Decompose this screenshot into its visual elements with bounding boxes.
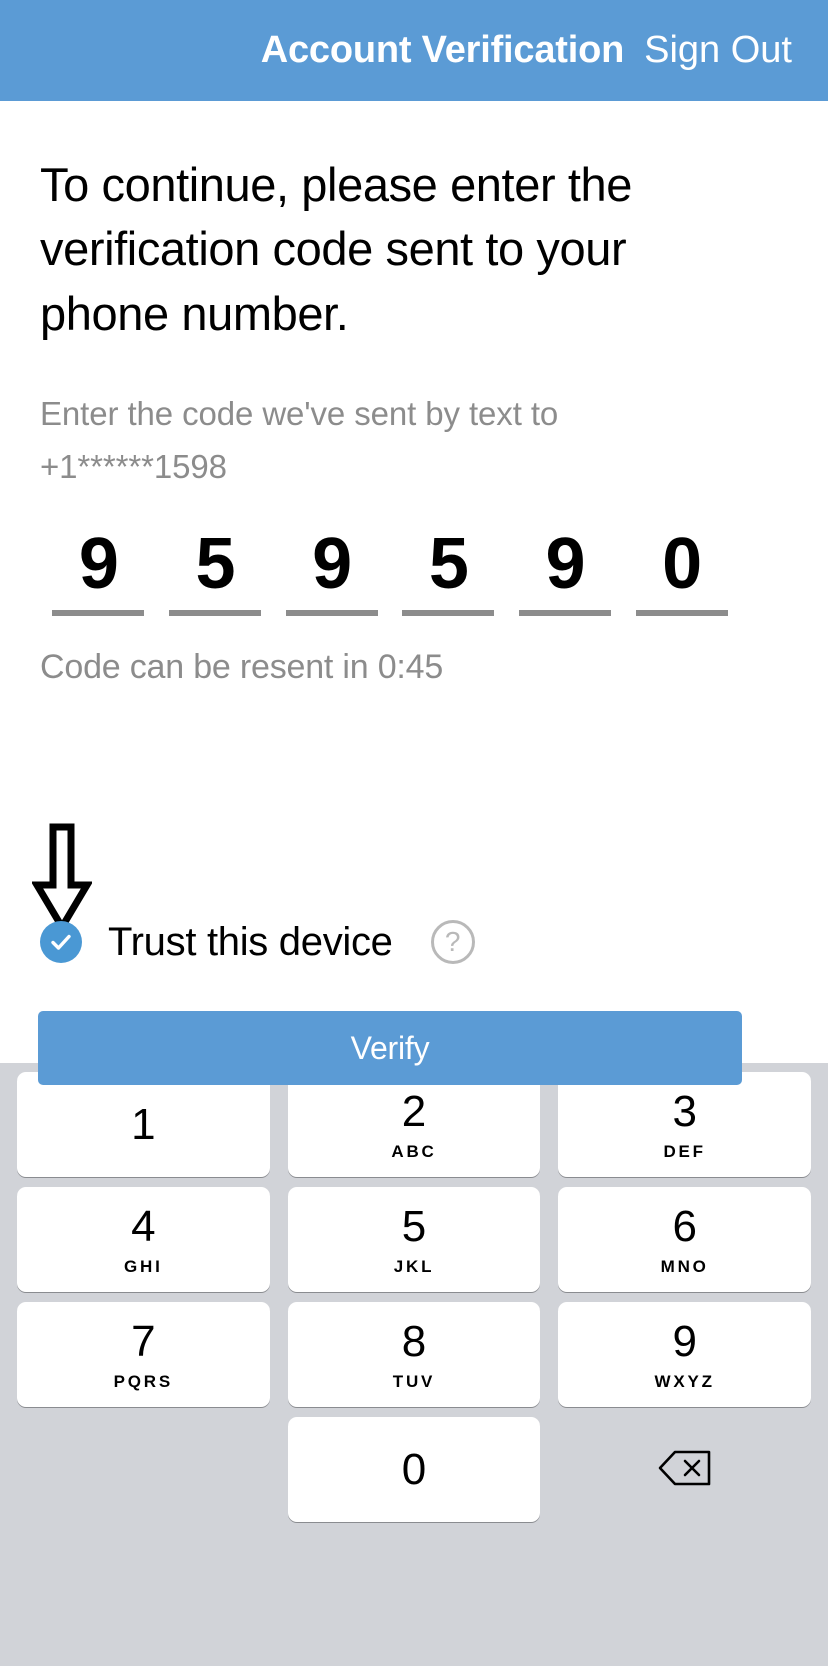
keypad-row: 0 [8,1417,820,1522]
code-digit-underline [402,610,495,617]
verify-button[interactable]: Verify [38,1011,742,1085]
sign-out-button[interactable]: Sign Out [644,29,792,72]
code-digit-cell[interactable]: 5 [390,524,507,617]
instruction-headline: To continue, please enter the verificati… [40,158,632,340]
code-digit-value: 0 [662,523,702,604]
code-digit-underline [52,610,145,617]
numeric-keypad: 1 2 ABC 3 DEF 4 GHI 5 JKL 6 MNO 7 PQRS 8… [0,1063,828,1666]
verification-content: To continue, please enter the verificati… [0,101,828,1085]
keypad-key-digit: 6 [672,1201,697,1251]
keypad-key-7[interactable]: 7 PQRS [17,1302,270,1407]
checkmark-icon [51,934,71,950]
keypad-key-letters: PQRS [113,1371,174,1391]
code-digit-value: 9 [545,523,586,604]
keypad-key-letters: MNO [660,1256,709,1276]
code-digit-cell[interactable]: 0 [623,524,740,617]
keypad-key-digit: 4 [131,1201,156,1251]
keypad-key-4[interactable]: 4 GHI [17,1187,270,1292]
keypad-key-letters: JKL [393,1256,435,1276]
keypad-key-letters: TUV [392,1371,436,1391]
keypad-key-8[interactable]: 8 TUV [287,1302,541,1407]
trust-this-device-checkbox[interactable] [40,921,82,963]
keypad-key-0[interactable]: 0 [287,1417,541,1522]
keypad-key-digit: 2 [401,1086,427,1136]
keypad-key-digit: 1 [131,1099,156,1149]
keypad-key-6[interactable]: 6 MNO [558,1187,812,1292]
keypad-key-2[interactable]: 2 ABC [287,1072,541,1177]
code-digit-cell[interactable]: 9 [40,524,157,617]
keypad-row: 4 GHI 5 JKL 6 MNO [8,1187,820,1292]
code-digit-underline [285,610,378,617]
code-digit-cell[interactable]: 9 [507,524,624,617]
keypad-row: 1 2 ABC 3 DEF [8,1072,820,1177]
backspace-icon [658,1449,712,1490]
keypad-key-digit: 5 [401,1201,427,1251]
instruction-subtitle: Enter the code we've sent by text to +1*… [40,395,559,485]
keypad-key-letters: ABC [391,1141,437,1161]
verification-code-input-row[interactable]: 9 5 9 5 9 0 [40,524,740,617]
code-digit-cell[interactable]: 9 [273,524,390,617]
keypad-key-letters: WXYZ [654,1371,715,1391]
account-verification-screen: Account Verification Sign Out To continu… [0,0,828,1666]
keypad-key-digit: 7 [131,1316,156,1366]
keypad-key-digit: 3 [672,1086,697,1136]
keypad-row: 7 PQRS 8 TUV 9 WXYZ [8,1302,820,1407]
keypad-key-blank [17,1417,270,1522]
code-digit-cell[interactable]: 5 [157,524,274,617]
keypad-key-letters: DEF [663,1141,706,1161]
app-header: Account Verification Sign Out [0,0,828,101]
keypad-key-digit: 8 [401,1316,427,1366]
keypad-key-9[interactable]: 9 WXYZ [558,1302,812,1407]
keypad-key-1[interactable]: 1 [17,1072,270,1177]
page-title: Account Verification [260,29,625,71]
resend-timer-text: Code can be resent in 0:45 [40,648,444,687]
keypad-key-3[interactable]: 3 DEF [558,1072,812,1177]
keypad-key-digit: 0 [401,1444,427,1494]
trust-device-label: Trust this device [108,919,393,964]
help-circle-icon[interactable]: ? [430,920,475,964]
code-digit-underline [519,610,612,617]
keypad-key-backspace[interactable] [558,1417,811,1522]
trust-device-row[interactable]: Trust this device ? [40,913,475,971]
code-digit-value: 5 [195,523,235,604]
keypad-key-letters: GHI [124,1256,163,1276]
code-digit-underline [635,610,728,617]
code-digit-value: 5 [428,523,469,604]
code-digit-value: 9 [312,523,352,604]
keypad-key-digit: 9 [672,1316,697,1366]
keypad-key-5[interactable]: 5 JKL [287,1187,541,1292]
code-digit-underline [169,610,261,617]
code-digit-value: 9 [78,523,119,604]
